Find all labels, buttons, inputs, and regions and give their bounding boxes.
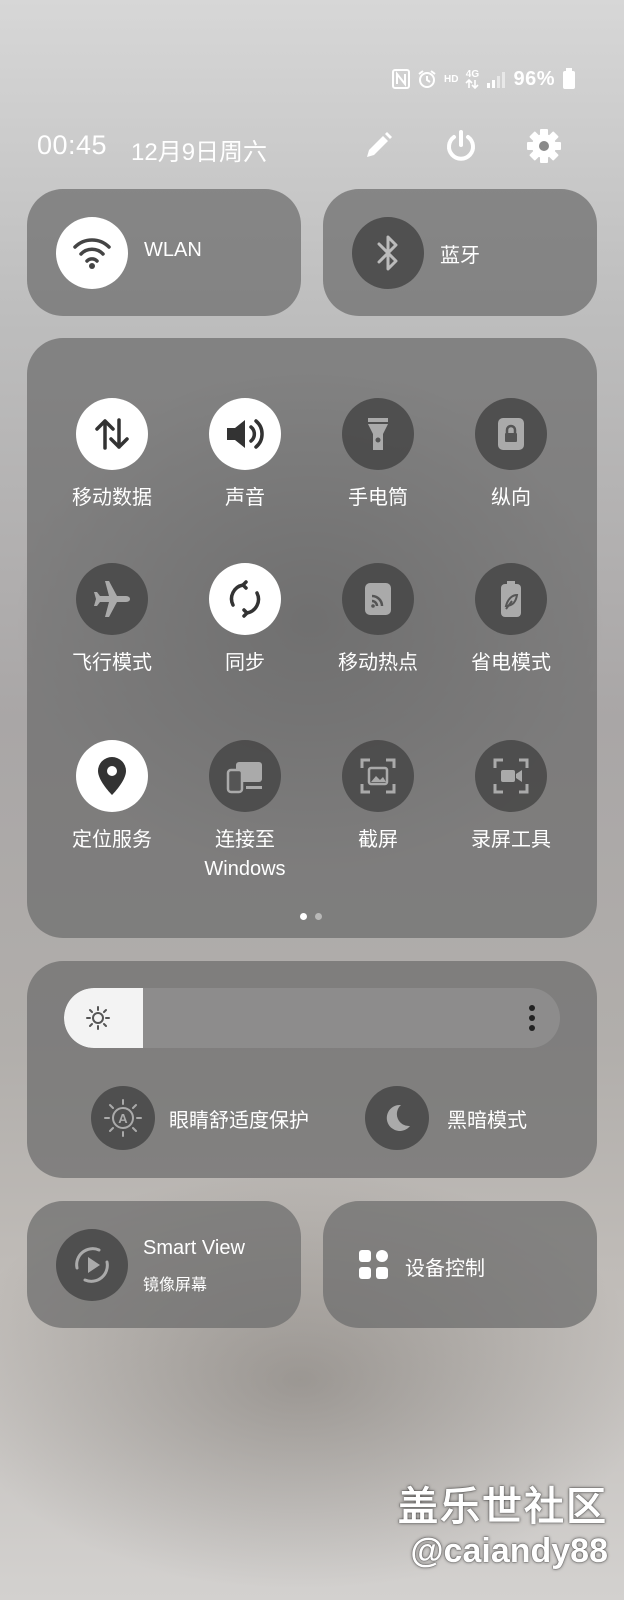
alarm-icon: [417, 69, 437, 89]
signal-icon: [486, 70, 506, 88]
smart-view-title: Smart View: [143, 1237, 245, 1259]
wlan-label: WLAN: [144, 239, 202, 261]
hotspot-icon: [342, 563, 414, 635]
tile-label: 录屏工具: [471, 829, 551, 851]
hd-icon: HD: [444, 73, 459, 85]
tile-label: 声音: [225, 487, 265, 509]
status-bar: HD 4G 96%: [392, 64, 576, 94]
power-icon: [447, 130, 475, 161]
screen-recorder-icon: [475, 740, 547, 812]
tile-label: 纵向: [491, 487, 531, 509]
bluetooth-tile[interactable]: 蓝牙: [323, 189, 597, 316]
bluetooth-icon: [352, 217, 424, 289]
tile-location[interactable]: 定位服务: [42, 740, 182, 855]
device-control-label: 设备控制: [405, 1258, 485, 1280]
tile-airplane-mode[interactable]: 飞行模式: [42, 563, 182, 678]
smart-view-icon: [56, 1229, 128, 1301]
edit-button[interactable]: [358, 126, 398, 166]
tile-screen-recorder[interactable]: 录屏工具: [441, 740, 581, 855]
date[interactable]: 12月9日周六: [131, 132, 267, 167]
airplane-icon: [76, 563, 148, 635]
tile-portrait[interactable]: 纵向: [441, 398, 581, 513]
page-dot-1: [300, 913, 307, 920]
battery-percent: 96%: [513, 67, 555, 90]
tile-label: 定位服务: [72, 829, 152, 851]
tile-power-saving[interactable]: 省电模式: [441, 563, 581, 678]
screenshot-icon: [342, 740, 414, 812]
dark-mode-toggle[interactable]: 黑暗模式: [365, 1086, 527, 1150]
settings-button[interactable]: [524, 126, 564, 166]
tile-mobile-hotspot[interactable]: 移动热点: [308, 563, 448, 678]
flashlight-icon: [342, 398, 414, 470]
tile-link-to-windows[interactable]: 连接至 Windows: [175, 740, 315, 884]
sound-icon: [209, 398, 281, 470]
page-indicator[interactable]: [300, 913, 322, 920]
smart-view-subtitle: 镜像屏幕: [143, 1277, 208, 1294]
wifi-icon: [56, 217, 128, 289]
page-dot-2: [315, 913, 322, 920]
clock[interactable]: 00:45: [37, 130, 107, 161]
more-vert-icon[interactable]: [528, 1004, 536, 1037]
brightness-slider[interactable]: [64, 988, 560, 1048]
tile-mobile-data[interactable]: 移动数据: [42, 398, 182, 513]
watermark-title: 盖乐世社区: [398, 1485, 608, 1529]
device-control-icon: [359, 1250, 389, 1285]
eye-comfort-toggle[interactable]: A 眼睛舒适度保护: [91, 1086, 309, 1150]
4g-data-icon: 4G: [465, 68, 480, 89]
device-control-tile[interactable]: 设备控制: [323, 1201, 597, 1328]
mobile-data-icon: [76, 398, 148, 470]
eye-comfort-label: 眼睛舒适度保护: [169, 1109, 309, 1132]
link-to-windows-icon: [209, 740, 281, 812]
nfc-icon: [392, 69, 411, 89]
svg-text:A: A: [118, 1111, 128, 1126]
watermark-handle: @caiandy88: [410, 1532, 608, 1570]
tile-label: 截屏: [358, 829, 398, 851]
location-icon: [76, 740, 148, 812]
smart-view-tile[interactable]: Smart View 镜像屏幕: [27, 1201, 301, 1328]
tile-label: 移动热点: [338, 652, 418, 674]
tile-label: 省电模式: [471, 652, 551, 674]
tile-label: 连接至 Windows: [204, 829, 286, 880]
tile-sound[interactable]: 声音: [175, 398, 315, 513]
tile-label: 移动数据: [72, 487, 152, 509]
moon-icon: [365, 1086, 429, 1150]
tile-flashlight[interactable]: 手电筒: [308, 398, 448, 513]
network-type-label: 4G: [465, 68, 480, 80]
tile-screenshot[interactable]: 截屏: [308, 740, 448, 855]
eye-comfort-icon: A: [91, 1086, 155, 1150]
tile-label: 飞行模式: [72, 652, 152, 674]
tile-label: 同步: [225, 652, 265, 674]
sync-icon: [209, 563, 281, 635]
power-button[interactable]: [441, 126, 481, 166]
edit-icon: [367, 132, 392, 157]
tile-sync[interactable]: 同步: [175, 563, 315, 678]
settings-icon: [527, 129, 561, 163]
bluetooth-label: 蓝牙: [440, 245, 480, 267]
tile-label: 手电筒: [348, 487, 408, 509]
battery-icon: [562, 68, 576, 90]
portrait-lock-icon: [475, 398, 547, 470]
wlan-tile[interactable]: WLAN: [27, 189, 301, 316]
dark-mode-label: 黑暗模式: [447, 1109, 527, 1132]
brightness-icon: [86, 1006, 110, 1035]
power-saving-icon: [475, 563, 547, 635]
quick-settings-panel: 移动数据 声音 手电筒 纵向 飞行模式 同步 移动热点 省电模式 定位服务 连接…: [27, 338, 597, 938]
